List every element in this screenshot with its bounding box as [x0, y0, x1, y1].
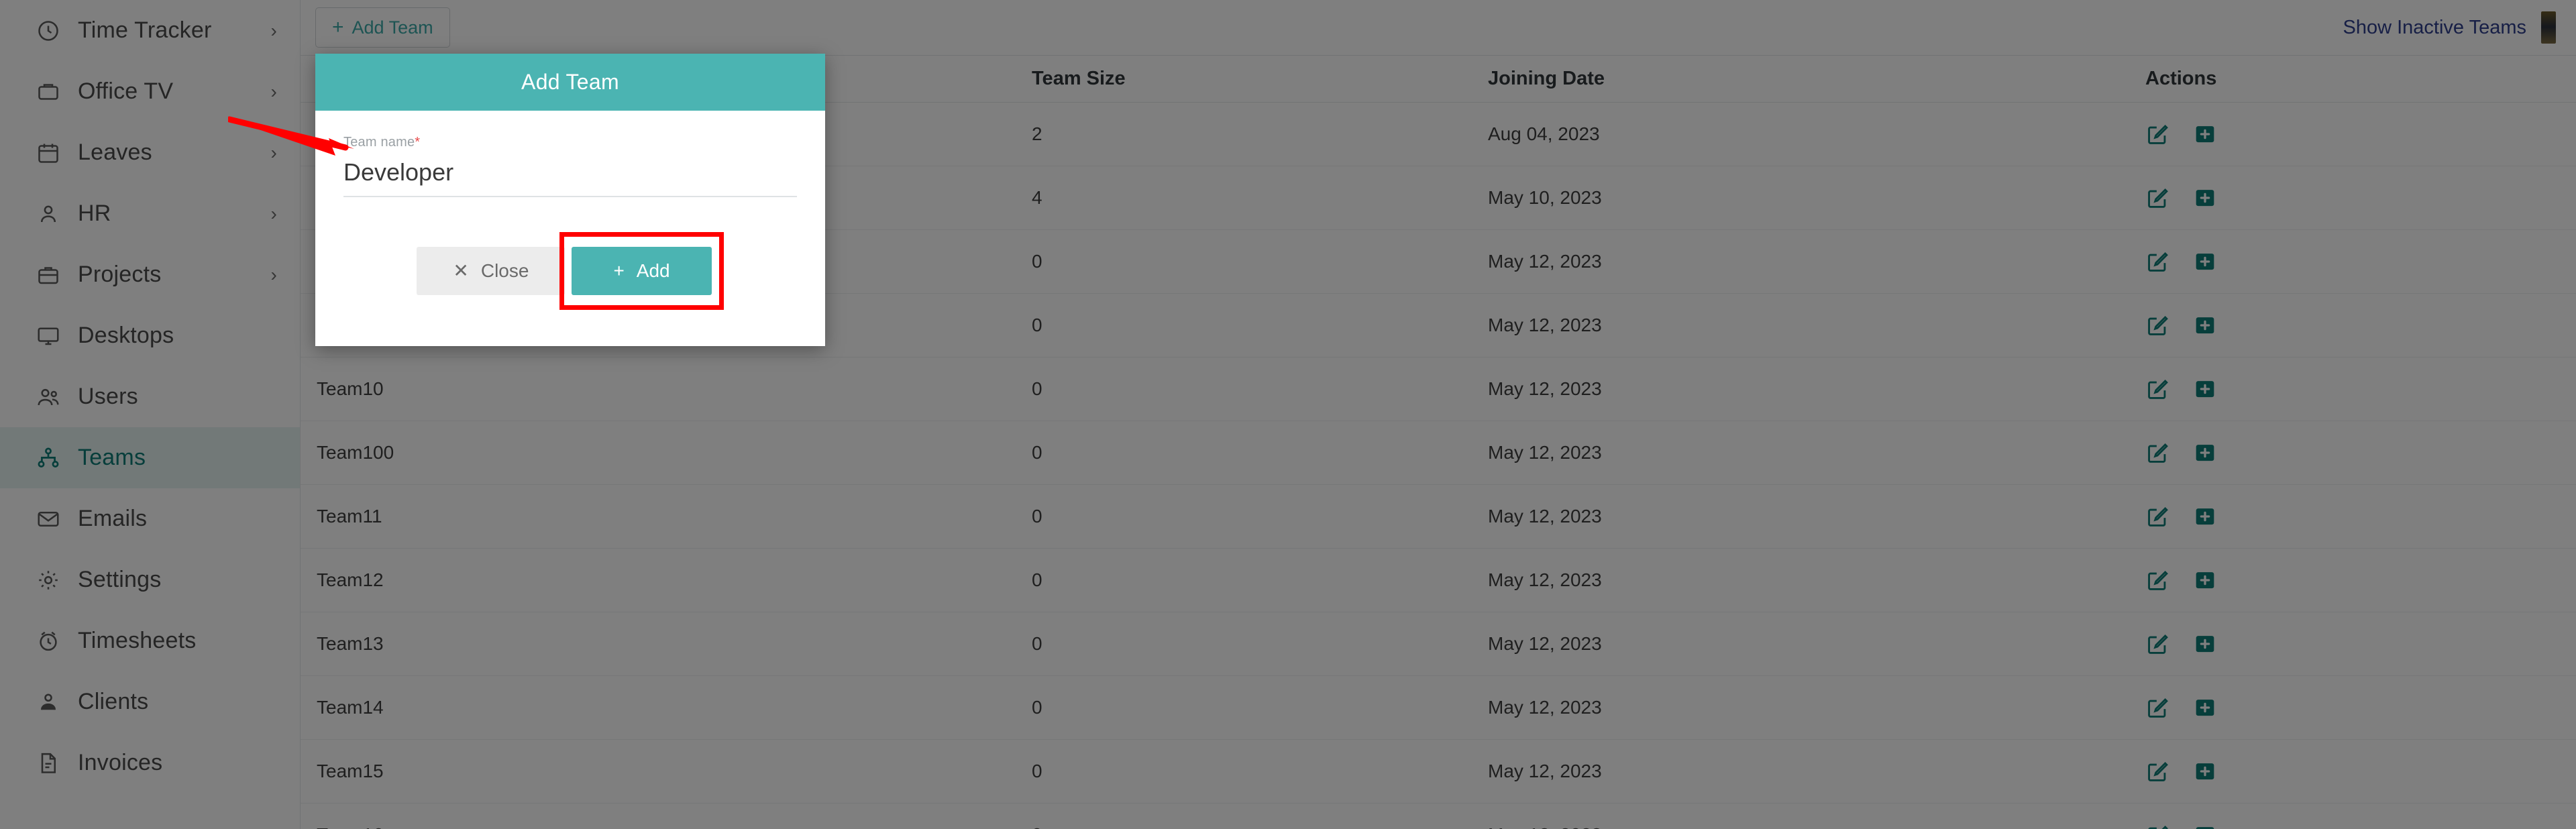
- close-button-label: Close: [480, 260, 529, 281]
- plus-icon: +: [613, 260, 625, 281]
- add-team-modal: Add Team Team name* ✕ Close + Add: [315, 54, 825, 346]
- close-icon: ✕: [453, 260, 469, 281]
- close-button[interactable]: ✕ Close: [417, 247, 566, 295]
- modal-title: Add Team: [315, 54, 825, 111]
- add-button[interactable]: + Add: [572, 247, 712, 295]
- required-asterisk: *: [415, 135, 421, 150]
- add-button-label: Add: [636, 260, 670, 281]
- modal-footer: ✕ Close + Add: [315, 204, 825, 346]
- modal-body: Team name*: [315, 111, 825, 204]
- teams-page: Time Tracker›Office TV›Leaves›HR›Project…: [0, 0, 2576, 829]
- team-name-label: Team name*: [343, 135, 797, 150]
- team-name-input[interactable]: [343, 154, 797, 197]
- team-name-label-text: Team name: [343, 135, 415, 150]
- add-button-wrapper: + Add: [559, 232, 724, 310]
